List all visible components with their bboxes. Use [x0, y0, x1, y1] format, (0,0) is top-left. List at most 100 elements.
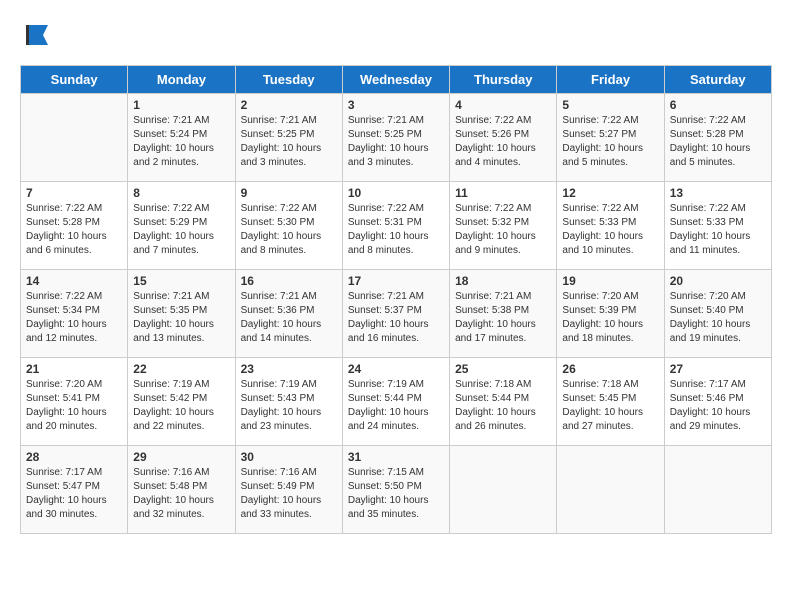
day-info: Sunrise: 7:15 AM Sunset: 5:50 PM Dayligh… — [348, 466, 444, 522]
calendar-cell — [664, 446, 771, 534]
day-number: 21 — [26, 362, 122, 376]
day-info: Sunrise: 7:18 AM Sunset: 5:45 PM Dayligh… — [562, 378, 658, 434]
day-number: 20 — [670, 274, 766, 288]
calendar-cell: 31 Sunrise: 7:15 AM Sunset: 5:50 PM Dayli… — [342, 446, 449, 534]
calendar-cell: 13 Sunrise: 7:22 AM Sunset: 5:33 PM Dayli… — [664, 182, 771, 270]
calendar-cell: 15 Sunrise: 7:21 AM Sunset: 5:35 PM Dayli… — [128, 270, 235, 358]
calendar-cell: 30 Sunrise: 7:16 AM Sunset: 5:49 PM Dayli… — [235, 446, 342, 534]
calendar-body: 1Sunrise: 7:21 AM Sunset: 5:24 PM Daylig… — [21, 94, 772, 534]
day-info: Sunrise: 7:21 AM Sunset: 5:35 PM Dayligh… — [133, 290, 229, 346]
day-number: 15 — [133, 274, 229, 288]
calendar-cell: 19 Sunrise: 7:20 AM Sunset: 5:39 PM Dayli… — [557, 270, 664, 358]
day-number: 2 — [241, 98, 337, 112]
calendar-week-5: 28 Sunrise: 7:17 AM Sunset: 5:47 PM Dayli… — [21, 446, 772, 534]
calendar-cell: 3 Sunrise: 7:21 AM Sunset: 5:25 PM Daylig… — [342, 94, 449, 182]
day-number: 30 — [241, 450, 337, 464]
calendar-table: SundayMondayTuesdayWednesdayThursdayFrid… — [20, 65, 772, 534]
day-info: Sunrise: 7:19 AM Sunset: 5:43 PM Dayligh… — [241, 378, 337, 434]
calendar-cell: 14 Sunrise: 7:22 AM Sunset: 5:34 PM Dayli… — [21, 270, 128, 358]
day-info: Sunrise: 7:21 AM Sunset: 5:25 PM Dayligh… — [348, 114, 444, 170]
day-number: 26 — [562, 362, 658, 376]
day-info: Sunrise: 7:22 AM Sunset: 5:30 PM Dayligh… — [241, 202, 337, 258]
day-number: 27 — [670, 362, 766, 376]
calendar-cell: 20 Sunrise: 7:20 AM Sunset: 5:40 PM Dayli… — [664, 270, 771, 358]
calendar-week-3: 14 Sunrise: 7:22 AM Sunset: 5:34 PM Dayli… — [21, 270, 772, 358]
calendar-cell: 24Sunrise: 7:19 AM Sunset: 5:44 PM Dayli… — [342, 358, 449, 446]
day-info: Sunrise: 7:16 AM Sunset: 5:49 PM Dayligh… — [241, 466, 337, 522]
day-info: Sunrise: 7:21 AM Sunset: 5:37 PM Dayligh… — [348, 290, 444, 346]
day-info: Sunrise: 7:20 AM Sunset: 5:39 PM Dayligh… — [562, 290, 658, 346]
calendar-cell — [557, 446, 664, 534]
day-info: Sunrise: 7:20 AM Sunset: 5:41 PM Dayligh… — [26, 378, 122, 434]
day-number: 13 — [670, 186, 766, 200]
day-header-friday: Friday — [557, 66, 664, 94]
day-header-sunday: Sunday — [21, 66, 128, 94]
day-number: 31 — [348, 450, 444, 464]
page-header — [20, 20, 772, 55]
calendar-cell: 22 Sunrise: 7:19 AM Sunset: 5:42 PM Dayli… — [128, 358, 235, 446]
day-info: Sunrise: 7:16 AM Sunset: 5:48 PM Dayligh… — [133, 466, 229, 522]
calendar-week-4: 21 Sunrise: 7:20 AM Sunset: 5:41 PM Dayli… — [21, 358, 772, 446]
day-info: Sunrise: 7:17 AM Sunset: 5:47 PM Dayligh… — [26, 466, 122, 522]
calendar-cell — [21, 94, 128, 182]
day-number: 19 — [562, 274, 658, 288]
day-info: Sunrise: 7:22 AM Sunset: 5:32 PM Dayligh… — [455, 202, 551, 258]
calendar-cell: 25 Sunrise: 7:18 AM Sunset: 5:44 PM Dayli… — [450, 358, 557, 446]
day-info: Sunrise: 7:22 AM Sunset: 5:31 PM Dayligh… — [348, 202, 444, 258]
day-header-saturday: Saturday — [664, 66, 771, 94]
day-info: Sunrise: 7:22 AM Sunset: 5:33 PM Dayligh… — [670, 202, 766, 258]
calendar-cell — [450, 446, 557, 534]
calendar-cell: 18Sunrise: 7:21 AM Sunset: 5:38 PM Dayli… — [450, 270, 557, 358]
day-info: Sunrise: 7:18 AM Sunset: 5:44 PM Dayligh… — [455, 378, 551, 434]
day-info: Sunrise: 7:19 AM Sunset: 5:42 PM Dayligh… — [133, 378, 229, 434]
day-info: Sunrise: 7:22 AM Sunset: 5:28 PM Dayligh… — [670, 114, 766, 170]
day-number: 14 — [26, 274, 122, 288]
calendar-cell: 2Sunrise: 7:21 AM Sunset: 5:25 PM Daylig… — [235, 94, 342, 182]
calendar-cell: 5Sunrise: 7:22 AM Sunset: 5:27 PM Daylig… — [557, 94, 664, 182]
calendar-cell: 10 Sunrise: 7:22 AM Sunset: 5:31 PM Dayli… — [342, 182, 449, 270]
calendar-cell: 6 Sunrise: 7:22 AM Sunset: 5:28 PM Daylig… — [664, 94, 771, 182]
day-info: Sunrise: 7:21 AM Sunset: 5:38 PM Dayligh… — [455, 290, 551, 346]
day-number: 25 — [455, 362, 551, 376]
calendar-cell: 9 Sunrise: 7:22 AM Sunset: 5:30 PM Daylig… — [235, 182, 342, 270]
day-number: 16 — [241, 274, 337, 288]
logo — [20, 20, 53, 55]
day-number: 10 — [348, 186, 444, 200]
day-info: Sunrise: 7:21 AM Sunset: 5:36 PM Dayligh… — [241, 290, 337, 346]
day-number: 12 — [562, 186, 658, 200]
day-number: 7 — [26, 186, 122, 200]
day-number: 9 — [241, 186, 337, 200]
day-header-wednesday: Wednesday — [342, 66, 449, 94]
day-info: Sunrise: 7:22 AM Sunset: 5:34 PM Dayligh… — [26, 290, 122, 346]
logo-flag-icon — [23, 20, 53, 50]
day-number: 5 — [562, 98, 658, 112]
day-info: Sunrise: 7:21 AM Sunset: 5:24 PM Dayligh… — [133, 114, 229, 170]
calendar-cell: 21 Sunrise: 7:20 AM Sunset: 5:41 PM Dayli… — [21, 358, 128, 446]
calendar-cell: 1Sunrise: 7:21 AM Sunset: 5:24 PM Daylig… — [128, 94, 235, 182]
day-header-thursday: Thursday — [450, 66, 557, 94]
calendar-cell: 17Sunrise: 7:21 AM Sunset: 5:37 PM Dayli… — [342, 270, 449, 358]
day-info: Sunrise: 7:22 AM Sunset: 5:33 PM Dayligh… — [562, 202, 658, 258]
day-number: 6 — [670, 98, 766, 112]
day-number: 28 — [26, 450, 122, 464]
calendar-cell: 12 Sunrise: 7:22 AM Sunset: 5:33 PM Dayli… — [557, 182, 664, 270]
day-info: Sunrise: 7:22 AM Sunset: 5:29 PM Dayligh… — [133, 202, 229, 258]
day-number: 3 — [348, 98, 444, 112]
day-info: Sunrise: 7:22 AM Sunset: 5:26 PM Dayligh… — [455, 114, 551, 170]
day-number: 8 — [133, 186, 229, 200]
calendar-cell: 27 Sunrise: 7:17 AM Sunset: 5:46 PM Dayli… — [664, 358, 771, 446]
calendar-cell: 16 Sunrise: 7:21 AM Sunset: 5:36 PM Dayli… — [235, 270, 342, 358]
day-number: 29 — [133, 450, 229, 464]
day-info: Sunrise: 7:19 AM Sunset: 5:44 PM Dayligh… — [348, 378, 444, 434]
calendar-cell: 8 Sunrise: 7:22 AM Sunset: 5:29 PM Daylig… — [128, 182, 235, 270]
day-number: 23 — [241, 362, 337, 376]
day-info: Sunrise: 7:20 AM Sunset: 5:40 PM Dayligh… — [670, 290, 766, 346]
calendar-header: SundayMondayTuesdayWednesdayThursdayFrid… — [21, 66, 772, 94]
day-info: Sunrise: 7:22 AM Sunset: 5:28 PM Dayligh… — [26, 202, 122, 258]
day-number: 11 — [455, 186, 551, 200]
day-number: 22 — [133, 362, 229, 376]
day-info: Sunrise: 7:17 AM Sunset: 5:46 PM Dayligh… — [670, 378, 766, 434]
logo-text — [20, 20, 53, 55]
day-number: 4 — [455, 98, 551, 112]
calendar-cell: 7 Sunrise: 7:22 AM Sunset: 5:28 PM Daylig… — [21, 182, 128, 270]
